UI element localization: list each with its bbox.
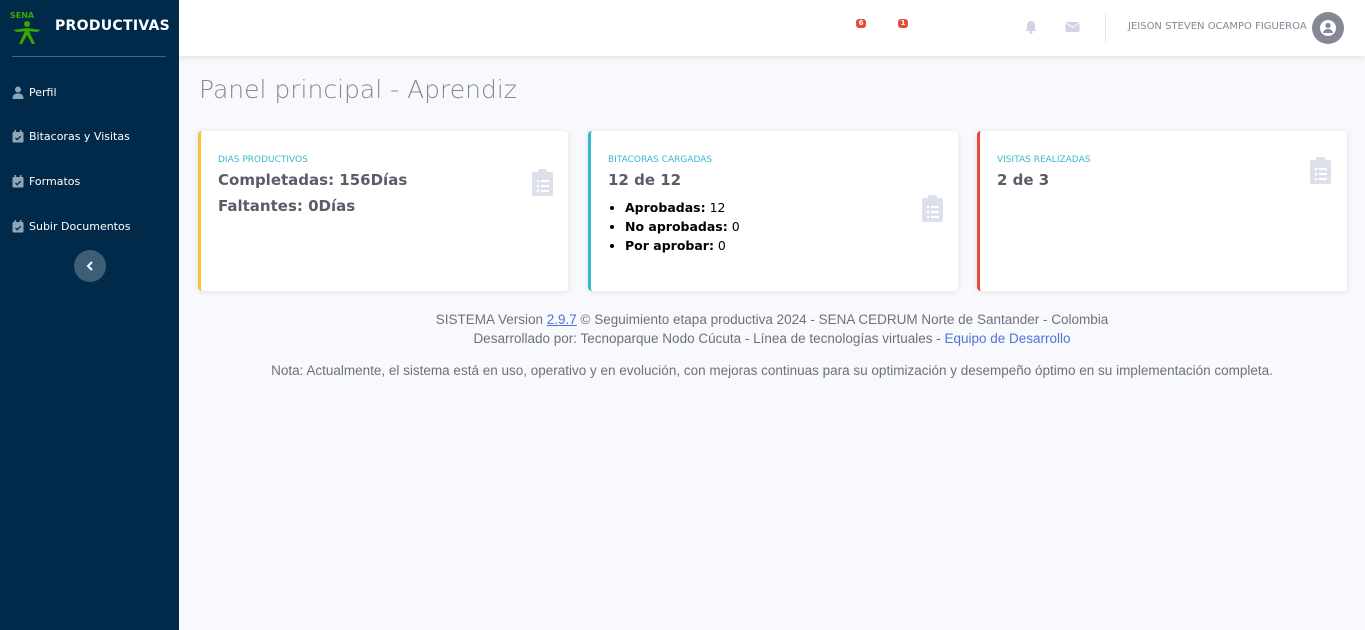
sidebar-item-label: Perfil — [29, 86, 57, 99]
card-title: DIAS PRODUCTIVOS — [218, 155, 308, 165]
chevron-left-icon — [86, 261, 93, 271]
list-item: No aprobadas: 0 — [625, 217, 740, 236]
card-dias-productivos: DIAS PRODUCTIVOS Completadas: 156Días Fa… — [198, 131, 568, 291]
sidebar: SENA PRODUCTIVAS Perfil Bitacoras y Visi… — [0, 0, 179, 630]
card-visitas-realizadas: VISITAS REALIZADAS 2 de 3 — [977, 131, 1347, 291]
card-visitas-count: 2 de 3 — [997, 171, 1050, 189]
topbar-divider — [1105, 13, 1106, 43]
notification-count-badge: 6 — [856, 19, 866, 28]
bitacoras-status-list: Aprobadas: 12 No aprobadas: 0 Por aproba… — [625, 198, 740, 255]
message-count-badge: 1 — [898, 19, 908, 28]
sena-logo-icon: SENA — [10, 11, 41, 44]
sidebar-item-label: Formatos — [29, 175, 81, 188]
sidebar-item-label: Bitacoras y Visitas — [29, 130, 130, 143]
calendar-icon — [12, 220, 24, 233]
bell-icon[interactable] — [1024, 20, 1038, 34]
calendar-icon — [12, 130, 24, 143]
sidebar-item-subir-documentos[interactable]: Subir Documentos — [0, 212, 179, 242]
clipboard-list-icon — [532, 169, 553, 196]
sidebar-divider — [12, 56, 166, 57]
list-item: Por aprobar: 0 — [625, 236, 740, 255]
card-bitacoras-count: 12 de 12 — [608, 171, 682, 189]
user-circle-icon — [1320, 20, 1336, 36]
equipo-desarrollo-link[interactable]: Equipo de Desarrollo — [944, 331, 1070, 346]
card-bitacoras-cargadas: BITACORAS CARGADAS 12 de 12 Aprobadas: 1… — [588, 131, 958, 291]
page-title: Panel principal - Aprendiz — [199, 75, 517, 104]
user-name[interactable]: JEISON STEVEN OCAMPO FIGUEROA — [1128, 21, 1307, 32]
clipboard-list-icon — [922, 195, 943, 222]
avatar[interactable] — [1312, 12, 1344, 44]
brand-name: PRODUCTIVAS — [55, 18, 171, 34]
sidebar-item-formatos[interactable]: Formatos — [0, 167, 179, 197]
footer-version-line: SISTEMA Version 2.9.7 © Seguimiento etap… — [435, 312, 1109, 327]
card-title: BITACORAS CARGADAS — [608, 155, 713, 165]
card-faltantes: Faltantes: 0Días — [218, 197, 356, 215]
card-title: VISITAS REALIZADAS — [997, 155, 1091, 165]
brand[interactable]: SENA PRODUCTIVAS — [0, 0, 179, 57]
clipboard-list-icon — [1310, 157, 1331, 184]
footer-note: Nota: Actualmente, el sistema está en us… — [271, 363, 1273, 378]
footer-developer-line: Desarrollado por: Tecnoparque Nodo Cúcut… — [473, 331, 1071, 346]
sidebar-item-label: Subir Documentos — [29, 220, 131, 233]
card-completadas: Completadas: 156Días — [218, 171, 408, 189]
list-item: Aprobadas: 12 — [625, 198, 740, 217]
calendar-icon — [12, 175, 24, 188]
user-icon — [12, 86, 24, 99]
sidebar-item-perfil[interactable]: Perfil — [0, 78, 179, 108]
logo-text: SENA — [10, 11, 35, 20]
version-link[interactable]: 2.9.7 — [547, 312, 577, 327]
sidebar-toggle-button[interactable] — [74, 250, 106, 282]
sidebar-item-bitacoras[interactable]: Bitacoras y Visitas — [0, 122, 179, 152]
envelope-icon[interactable] — [1065, 20, 1080, 34]
